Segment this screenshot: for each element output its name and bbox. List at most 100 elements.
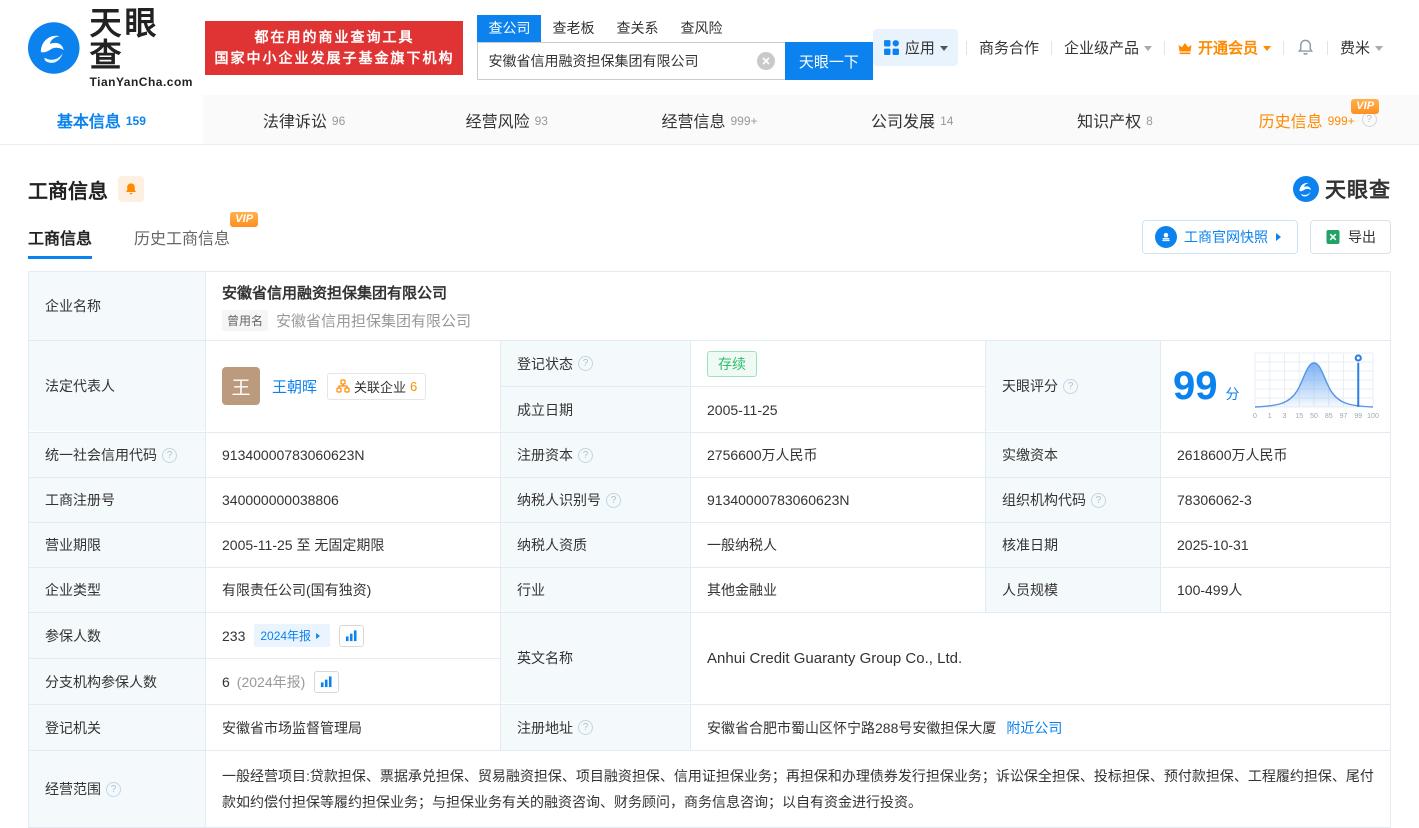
svg-text:15: 15 [1295,413,1303,420]
avatar[interactable]: 王 [222,367,260,405]
help-icon[interactable] [606,492,621,508]
tab-intellectual-property[interactable]: 知识产权 8 [1014,95,1217,144]
nav-user[interactable]: 费米 [1328,37,1395,58]
tianyancha-logo-icon [1293,176,1319,202]
promo-banner-line2: 国家中小企业发展子基金旗下机构 [214,49,455,66]
nav-notifications[interactable] [1284,38,1327,57]
section-title: 工商信息 [28,180,108,203]
value-text: 有限责任公司(国有独资) [222,582,372,598]
subtab-business-info[interactable]: 工商信息 [28,215,93,259]
registry-value: 安徽省市场监督管理局 [206,705,501,750]
site-logo[interactable]: 天眼查 TianYanCha.com [28,7,193,89]
search-bar: 天眼一下 [477,42,873,80]
insured-label: 参保人数 [29,613,206,658]
tab-count: 999+ [730,114,758,128]
export-button[interactable]: 导出 [1310,220,1391,254]
taxpayer-quality-value: 一般纳税人 [691,523,986,567]
value-text: 一般经营项目:贷款担保、票据承兑担保、贸易融资担保、项目融资担保、信用证担保业务… [222,768,1374,810]
row-company-type: 企业类型 有限责任公司(国有独资) 行业 其他金融业 人员规模 100-499人 [29,568,1390,613]
insured-trend-chart-button[interactable] [339,624,365,647]
tab-count: 96 [331,114,346,128]
tab-basic-info[interactable]: 基本信息 159 [0,95,203,144]
label-text: 营业期限 [45,537,101,553]
value-text: 其他金融业 [707,582,777,598]
tab-count: 14 [940,114,954,128]
official-snapshot-button[interactable]: 工商官网快照 [1142,220,1298,254]
search-button[interactable]: 天眼一下 [784,42,873,80]
help-icon[interactable] [1091,492,1106,508]
label-text: 纳税人资质 [517,537,587,553]
bell-icon [1297,39,1314,55]
nearby-companies-link[interactable]: 附近公司 [1006,718,1062,738]
export-label: 导出 [1348,229,1376,245]
subtab-history-business-info[interactable]: 历史工商信息 VIP [134,212,259,259]
related-companies-count: 6 [410,378,418,394]
nav-apps[interactable]: 应用 [872,29,958,66]
nav-enterprise[interactable]: 企业级产品 [1052,37,1164,58]
nav-open-vip-label: 开通会员 [1197,40,1258,57]
label-text: 工商注册号 [45,492,115,508]
stamp-icon [1155,226,1177,248]
help-icon[interactable] [578,356,593,371]
label-text: 登记状态 [517,355,573,372]
official-snapshot-label: 工商官网快照 [1184,229,1268,245]
reg-status-value: 存续 [691,341,986,386]
taxpayer-id-value: 91340000783060623N [691,478,986,522]
logo-title: 天眼查 [89,4,160,73]
help-icon[interactable] [1361,112,1377,127]
svg-text:3: 3 [1282,413,1286,420]
tab-company-development[interactable]: 公司发展 14 [811,95,1014,144]
svg-text:99: 99 [1354,413,1362,420]
row-business-term: 营业期限 2005-11-25 至 无固定期限 纳税人资质 一般纳税人 核准日期… [29,523,1390,568]
search-input[interactable] [477,42,785,80]
value-text: 233 [222,627,246,644]
label-text: 天眼评分 [1002,378,1058,394]
tab-legal-litigation[interactable]: 法律诉讼 96 [203,95,406,144]
search-tab-risk[interactable]: 查风险 [669,15,733,42]
label-text: 成立日期 [517,401,573,418]
tab-operating-risk[interactable]: 经营风险 93 [405,95,608,144]
former-name-chip: 曾用名 [222,309,269,331]
row-business-scope: 经营范围 一般经营项目:贷款担保、票据承兑担保、贸易融资担保、项目融资担保、信用… [29,751,1390,827]
search-area: 查公司 查老板 查关系 查风险 天眼一下 [477,15,873,80]
value-text: 91340000783060623N [707,492,850,508]
bell-icon [126,183,136,195]
section-actions: 工商官网快照 导出 [1142,220,1391,254]
label-text: 参保人数 [45,627,101,644]
value-text: 100-499人 [1177,582,1243,598]
nav-cooperation[interactable]: 商务合作 [967,37,1051,58]
annual-report-badge[interactable]: 2024年报 [254,624,331,647]
company-name: 安徽省信用融资担保集团有限公司 [222,284,448,302]
clear-icon[interactable] [756,52,775,70]
search-tab-boss[interactable]: 查老板 [541,15,605,42]
svg-text:97: 97 [1339,413,1347,420]
help-icon[interactable] [106,781,121,797]
status-badge: 存续 [707,350,757,377]
tab-business-info[interactable]: 经营信息 999+ [608,95,811,144]
help-icon[interactable] [162,447,177,463]
tab-label: 经营信息 [661,113,726,131]
promo-banner: 都在用的商业查询工具 国家中小企业发展子基金旗下机构 [205,20,464,75]
branch-insured-trend-chart-button[interactable] [314,670,340,693]
nav-open-vip[interactable]: 开通会员 [1165,37,1283,58]
help-icon[interactable] [578,447,593,463]
search-tab-relation[interactable]: 查关系 [605,15,669,42]
org-network-icon [336,379,350,393]
subscribe-bell-button[interactable] [118,176,144,202]
help-icon[interactable] [578,720,593,735]
score-number: 99 [1173,364,1218,408]
label-text: 企业类型 [45,582,101,598]
value-text: 安徽省市场监督管理局 [222,719,362,736]
org-code-value: 78306062-3 [1161,478,1390,522]
industry-label: 行业 [501,568,691,612]
related-companies-label: 关联企业 [354,379,407,395]
top-nav: 应用 商务合作 企业级产品 开通会员 费米 [872,29,1395,66]
site-header: 天眼查 TianYanCha.com 都在用的商业查询工具 国家中小企业发展子基… [0,0,1419,95]
establish-date-value: 2005-11-25 [691,387,986,432]
section-header: 工商信息 天眼查 [28,175,1391,203]
related-companies-button[interactable]: 关联企业 6 [327,372,427,400]
help-icon[interactable] [1063,378,1078,394]
legal-rep-link[interactable]: 王朝晖 [272,376,317,397]
search-tab-company[interactable]: 查公司 [477,15,542,42]
tab-history-info[interactable]: VIP 历史信息 999+ [1216,95,1419,144]
